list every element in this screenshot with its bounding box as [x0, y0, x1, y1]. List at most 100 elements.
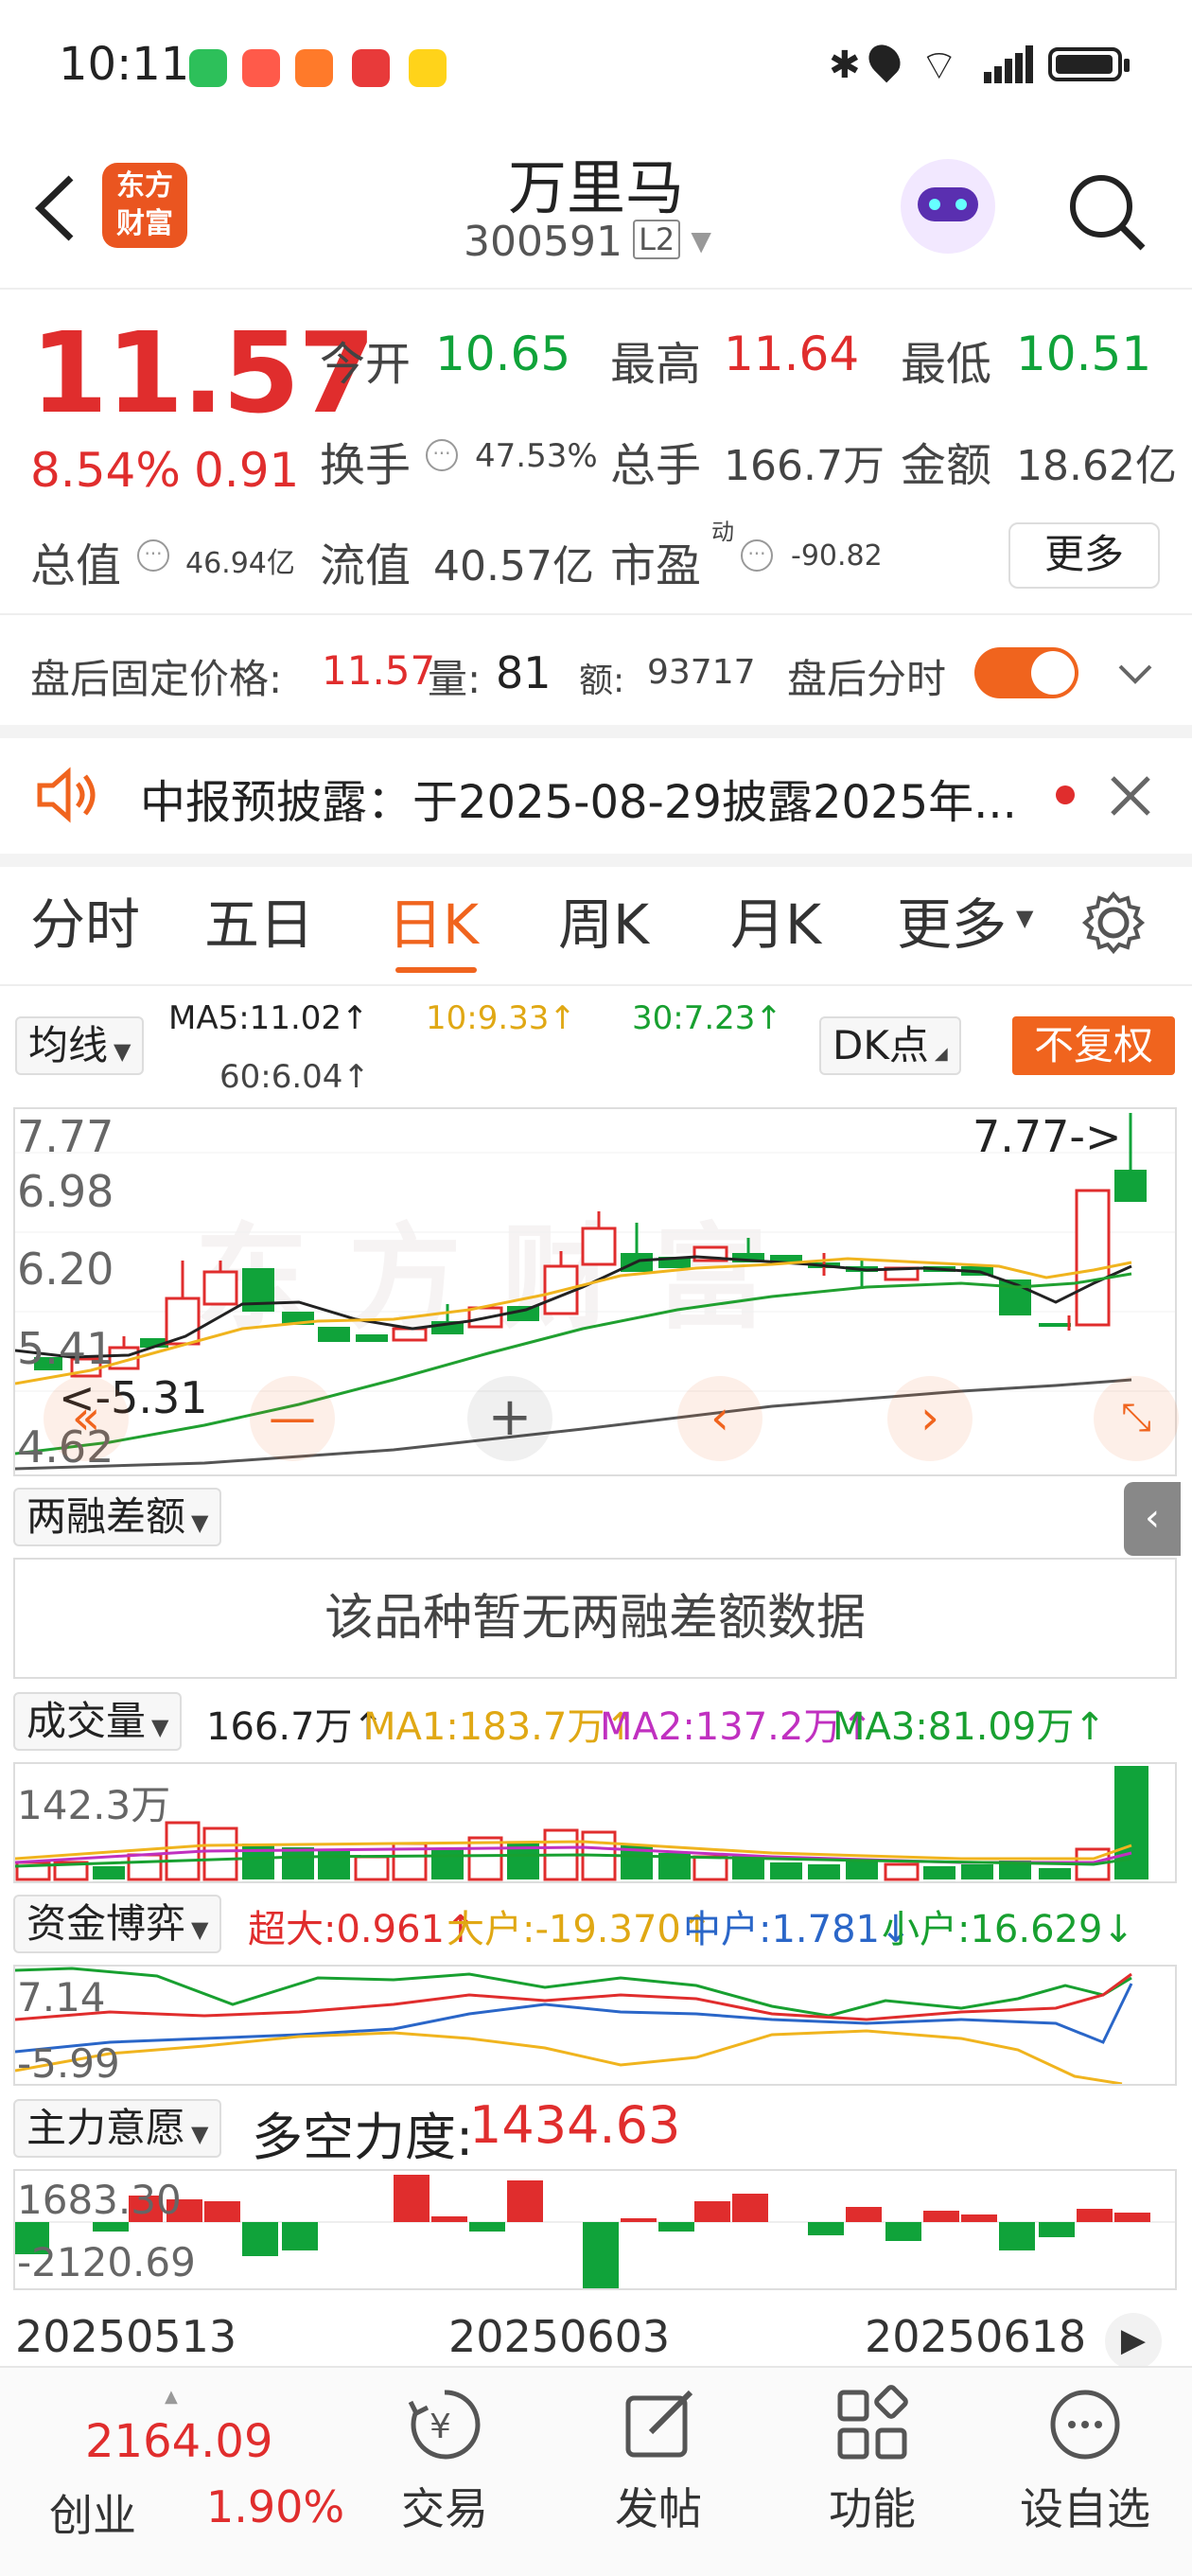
fund-super: 超大:0.961↑: [248, 1908, 477, 1951]
y-label-1: 7.77: [17, 1111, 114, 1162]
volume-value: 166.7万↑: [206, 1705, 385, 1749]
high-label: 最高: [610, 338, 702, 391]
volume-svg: [15, 1766, 1148, 1881]
volume-chart[interactable]: 142.3万: [13, 1762, 1177, 1883]
pe-sup: 动: [711, 519, 734, 545]
float-label: 流值: [320, 539, 412, 592]
turnover-label: 换手: [320, 439, 412, 492]
nav-post[interactable]: 发帖: [602, 2385, 715, 2537]
margin-empty-text: 该品种暂无两融差额数据: [324, 1590, 866, 1647]
wifi-icon: ⌔: [920, 42, 959, 90]
pe-value: -90.82: [791, 539, 883, 573]
zoom-out-button[interactable]: —: [250, 1376, 335, 1461]
turnover-info-icon[interactable]: ···: [426, 439, 458, 471]
fund-selector[interactable]: 资金博弈 ▼: [13, 1895, 222, 1953]
force-selector[interactable]: 主力意愿 ▼: [13, 2099, 222, 2158]
stock-code-row[interactable]: 300591 L2 ▼: [464, 218, 747, 274]
fund-chart[interactable]: 7.14 -5.99: [13, 1965, 1177, 2087]
margin-selector[interactable]: 两融差额 ▼: [13, 1488, 222, 1546]
mktcap-label: 总值: [30, 539, 122, 592]
gear-icon[interactable]: [1080, 890, 1147, 956]
zoom-in-button[interactable]: +: [467, 1376, 552, 1461]
index-pct: 1.90%: [206, 2481, 345, 2532]
tab-month-k[interactable]: 月K: [730, 880, 821, 960]
tab-day-k[interactable]: 日K: [388, 880, 479, 960]
pe-label: 市盈: [610, 539, 702, 592]
stock-code: 300591: [464, 218, 622, 266]
margin-panel: 该品种暂无两融差额数据: [13, 1558, 1177, 1679]
after-hours-toggle[interactable]: [974, 647, 1078, 698]
fullscreen-button[interactable]: ⤡: [1094, 1376, 1179, 1461]
ma5-value: MA5:11.02↑: [168, 999, 369, 1037]
search-button[interactable]: [1063, 168, 1148, 254]
more-button[interactable]: 更多: [1008, 522, 1160, 589]
chevron-down-icon[interactable]: [1116, 655, 1154, 693]
volume-ma1: MA1:183.7万↑: [363, 1705, 637, 1749]
caret-up-icon: ▲: [165, 2387, 178, 2407]
caret-down-icon: ▼: [191, 2121, 209, 2147]
caret-down-icon: ▼: [191, 1509, 209, 1536]
nav-function[interactable]: 功能: [815, 2385, 929, 2537]
volume-ma3: MA3:81.09万↑: [833, 1705, 1106, 1749]
scroll-right-button[interactable]: ›: [887, 1376, 973, 1461]
header: 东方 财富 万里马 300591 L2 ▼: [0, 123, 1192, 284]
ma60-value: 60:6.04↑: [219, 1058, 370, 1096]
after-hours-vol: 81: [496, 647, 552, 698]
pe-info-icon[interactable]: ···: [741, 539, 773, 572]
ma-selector[interactable]: 均线 ▼: [15, 1016, 145, 1075]
fund-y-top: 7.14: [17, 1974, 106, 2020]
tab-more[interactable]: 更多: [897, 880, 1007, 960]
close-icon[interactable]: [1107, 772, 1154, 820]
nav-trade[interactable]: ¥ 交易: [388, 2385, 501, 2537]
amount-value: 18.62亿: [1016, 442, 1177, 490]
y-label-2: 6.98: [17, 1166, 114, 1217]
bottom-nav: ▲ 2164.09 创业 1.90% ¥ 交易 发帖 功能 设自选: [0, 2366, 1192, 2576]
caret-down-icon: ▼: [1016, 905, 1034, 931]
battery-icon: [1048, 47, 1130, 81]
adjust-button[interactable]: 不复权: [1012, 1016, 1175, 1075]
volume-value: 166.7万: [724, 442, 885, 490]
trade-icon: ¥: [408, 2390, 481, 2460]
max-price-tag: 7.77->: [973, 1111, 1122, 1162]
after-hours-amt: 93717: [647, 653, 756, 692]
search-icon: [1070, 175, 1146, 251]
robot-avatar[interactable]: [901, 159, 995, 254]
ma10-value: 10:9.33↑: [426, 999, 576, 1037]
low-value: 10.51: [1016, 326, 1152, 381]
notice-unread-dot: [1056, 785, 1075, 804]
scroll-left-fast-button[interactable]: «: [44, 1376, 129, 1461]
tab-week-k[interactable]: 周K: [558, 880, 649, 960]
date-scroll-right-button[interactable]: ▶: [1105, 2313, 1162, 2370]
kline-chart[interactable]: 东 方 财 富 7.77 6.98 6.20 5.41 4.62 7.77-> …: [13, 1107, 1179, 1476]
tab-minute[interactable]: 分时: [30, 880, 140, 960]
notice-bar[interactable]: 中报预披露：于2025-08-29披露2025年...: [0, 738, 1192, 852]
chevron-down-icon: ▼: [691, 225, 711, 256]
volume-selector[interactable]: 成交量 ▼: [13, 1692, 183, 1751]
open-value: 10.65: [435, 326, 571, 381]
side-panel-toggle[interactable]: ‹: [1124, 1482, 1181, 1556]
fund-mid: 中户:1.781↓: [683, 1908, 912, 1951]
dk-selector[interactable]: DK点 ◢: [819, 1016, 961, 1075]
low-label: 最低: [901, 338, 992, 391]
more-circle-icon: [1050, 2390, 1120, 2460]
tab-five-day[interactable]: 五日: [204, 880, 314, 960]
caret-down-icon: ▼: [114, 1038, 131, 1065]
force-chart[interactable]: 1683.30 -2120.69: [13, 2169, 1177, 2290]
svg-text:¥: ¥: [429, 2408, 451, 2446]
mktcap-info-icon[interactable]: ···: [137, 539, 169, 572]
speaker-icon: [37, 767, 96, 823]
nav-watchlist[interactable]: 设自选: [1014, 2385, 1156, 2537]
ma30-value: 30:7.23↑: [632, 999, 782, 1037]
date-label-1: 20250513: [15, 2311, 237, 2362]
date-label-2: 20250603: [448, 2311, 671, 2362]
notice-text: 中报预披露：于2025-08-29披露2025年...: [140, 776, 1017, 829]
turnover-value: 47.53%: [475, 437, 598, 475]
after-hours-amt-label: 额:: [579, 662, 625, 700]
mktcap-value: 46.94亿: [185, 547, 295, 580]
change-percent: 8.54%: [30, 443, 181, 498]
amount-label: 金额: [901, 439, 992, 492]
scroll-left-button[interactable]: ‹: [677, 1376, 763, 1461]
video-app-icon: [242, 49, 280, 87]
fund-large: 大户:-19.370↑: [447, 1908, 713, 1951]
index-widget[interactable]: ▲ 2164.09 创业 1.90%: [19, 2387, 345, 2557]
